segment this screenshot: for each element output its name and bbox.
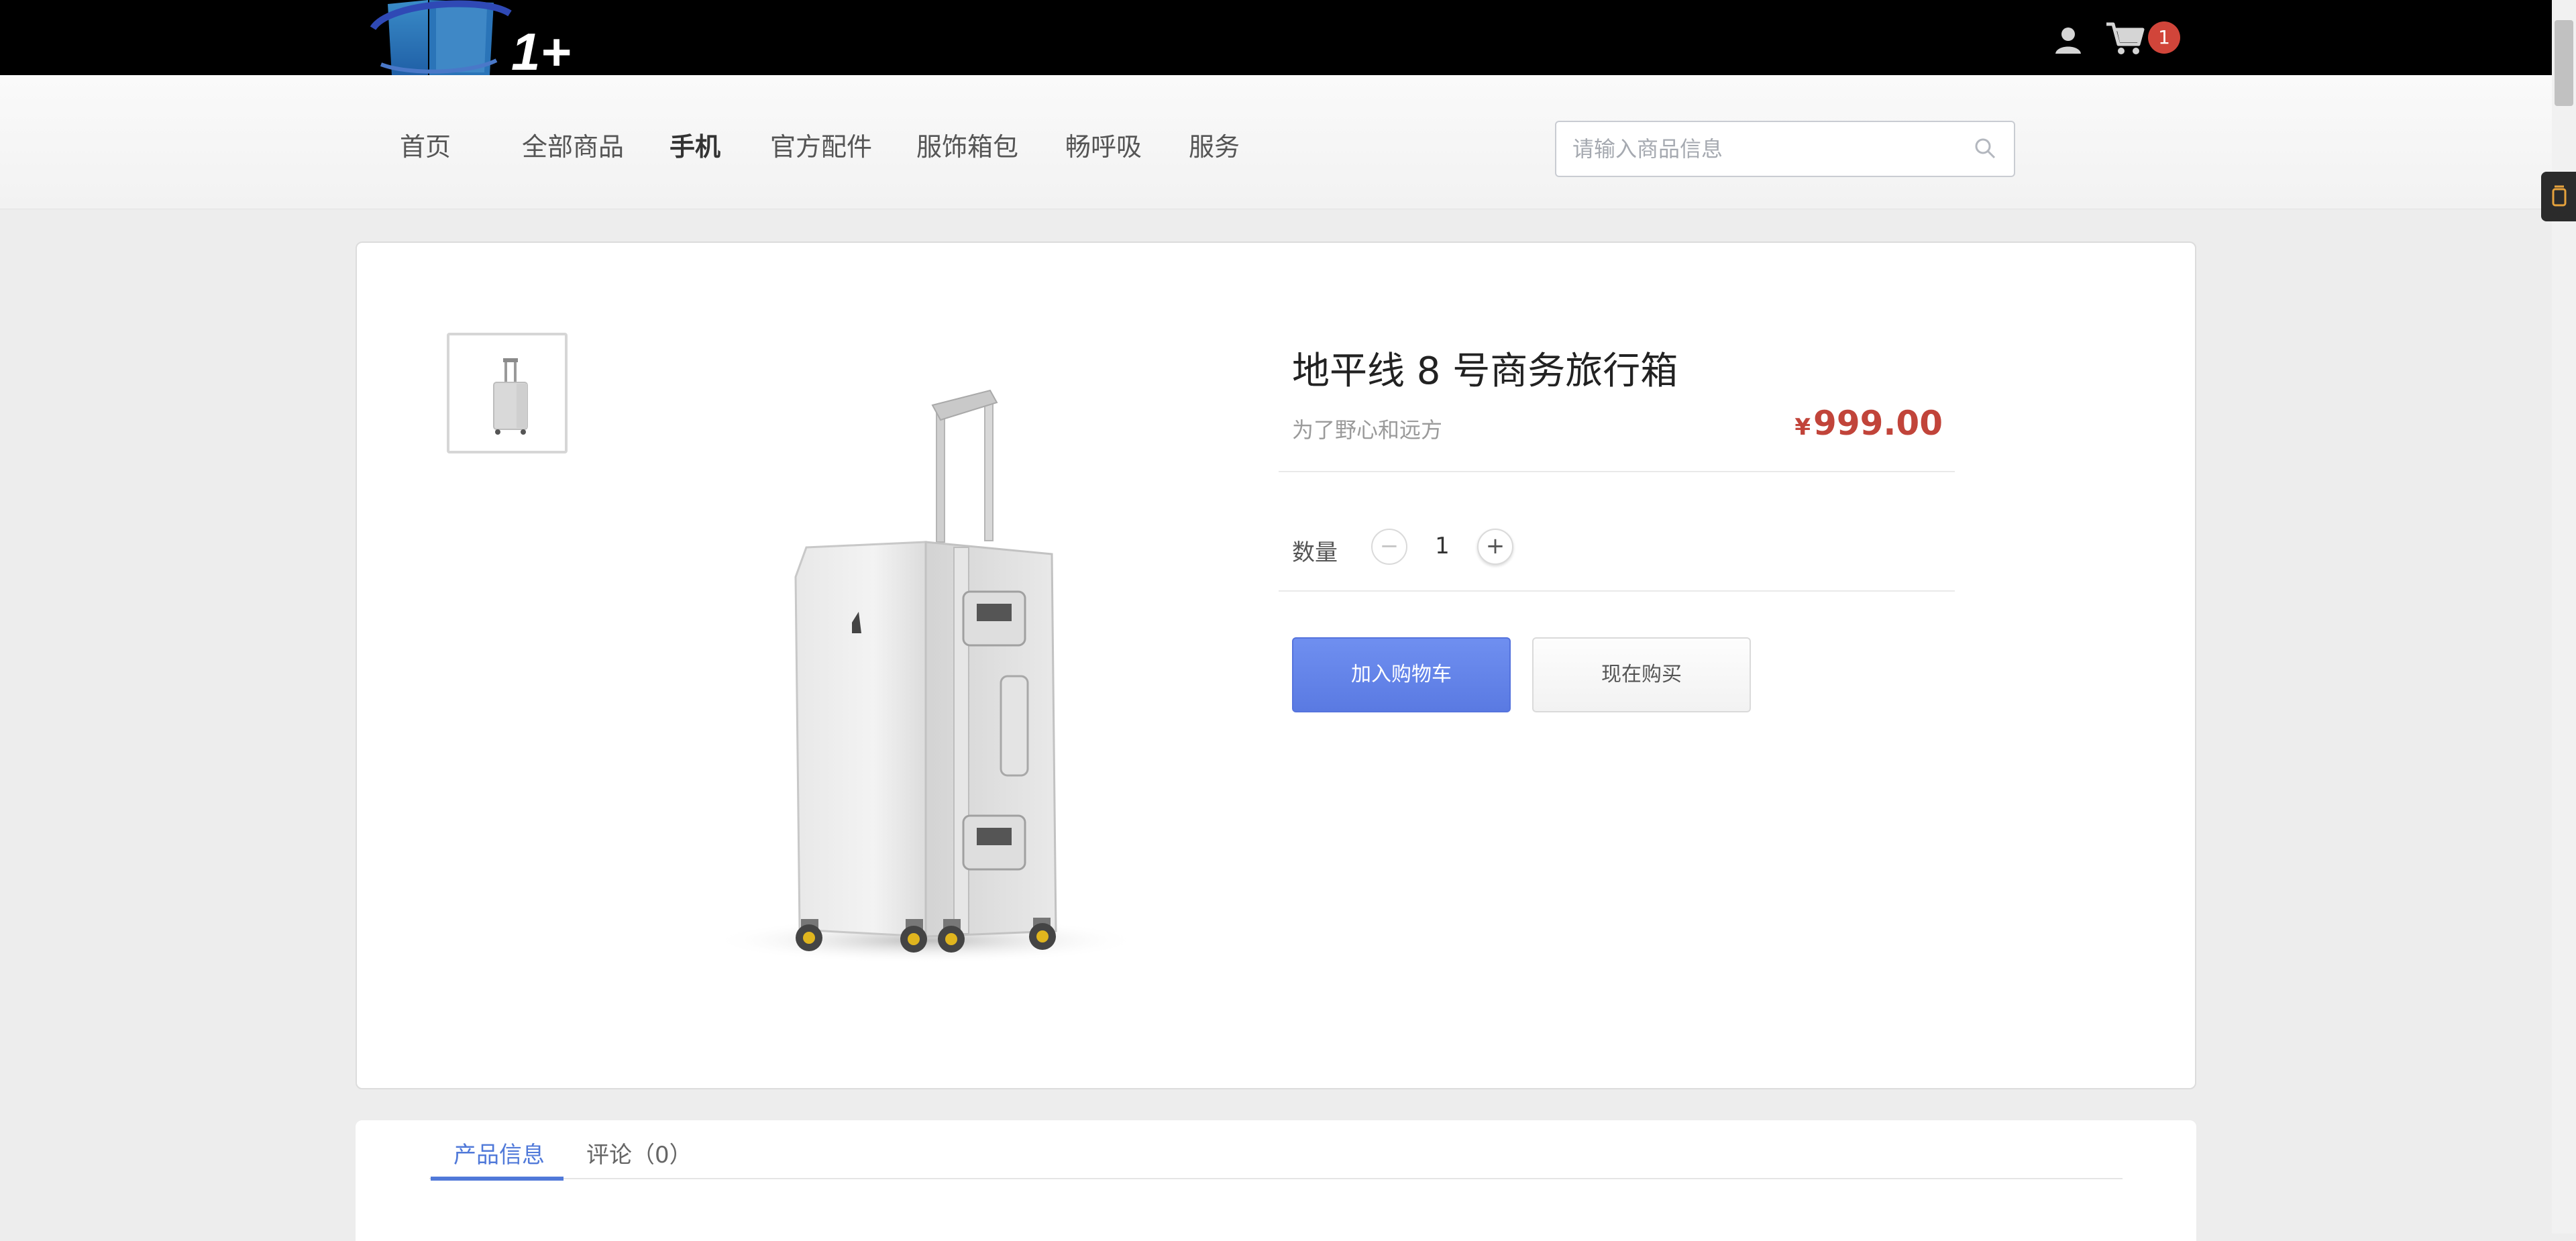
nav-item-apparel-bags[interactable]: 服饰箱包 [916,126,1018,163]
suitcase-thumbnail-icon [493,358,528,435]
nav-item-phones[interactable]: 手机 [669,126,720,163]
divider [1279,471,1955,472]
price-value: 999.00 [1813,404,1943,443]
user-icon[interactable] [2053,24,2084,55]
logo-icon[interactable]: 1+ [369,0,577,75]
nav-item-all-products[interactable]: 全部商品 [522,126,624,163]
quantity-value: 1 [1435,533,1450,559]
quantity-increase-button[interactable]: + [1477,529,1513,565]
search-box [1555,121,2015,177]
scrollbar-thumb[interactable] [2555,20,2573,106]
currency-symbol: ¥ [1794,414,1811,441]
product-subtitle: 为了野心和远方 [1292,417,1443,443]
quantity-decrease-button[interactable]: − [1371,529,1407,565]
suitcase-product-image [711,389,1140,963]
cart-icon[interactable] [2105,20,2145,58]
cup-icon [2552,185,2567,207]
nav-item-breathe[interactable]: 畅呼吸 [1065,126,1142,163]
product-card [356,241,2196,1089]
search-icon[interactable] [1974,137,1996,160]
nav-item-home[interactable]: 首页 [400,126,451,163]
nav-item-service[interactable]: 服务 [1189,126,1240,163]
cart-count-badge: 1 [2148,21,2180,54]
quantity-label: 数量 [1292,539,1338,566]
search-input[interactable] [1556,122,1959,176]
nav-item-accessories[interactable]: 官方配件 [770,126,872,163]
side-widget-tab[interactable] [2541,172,2576,221]
product-title: 地平线 8 号商务旅行箱 [1292,349,1678,393]
product-thumbnail[interactable] [447,333,568,453]
divider [1279,590,1955,592]
buy-now-button[interactable]: 现在购买 [1532,637,1751,712]
tab-product-info[interactable]: 产品信息 [453,1136,545,1169]
tab-comments[interactable]: 评论（0） [586,1136,692,1169]
logo-text: 1+ [511,22,571,75]
product-price: ¥999.00 [1794,404,1943,443]
add-to-cart-button[interactable]: 加入购物车 [1292,637,1511,712]
tabs-divider [429,1178,2123,1179]
nav-bar [0,75,2552,209]
active-tab-indicator [431,1177,564,1181]
